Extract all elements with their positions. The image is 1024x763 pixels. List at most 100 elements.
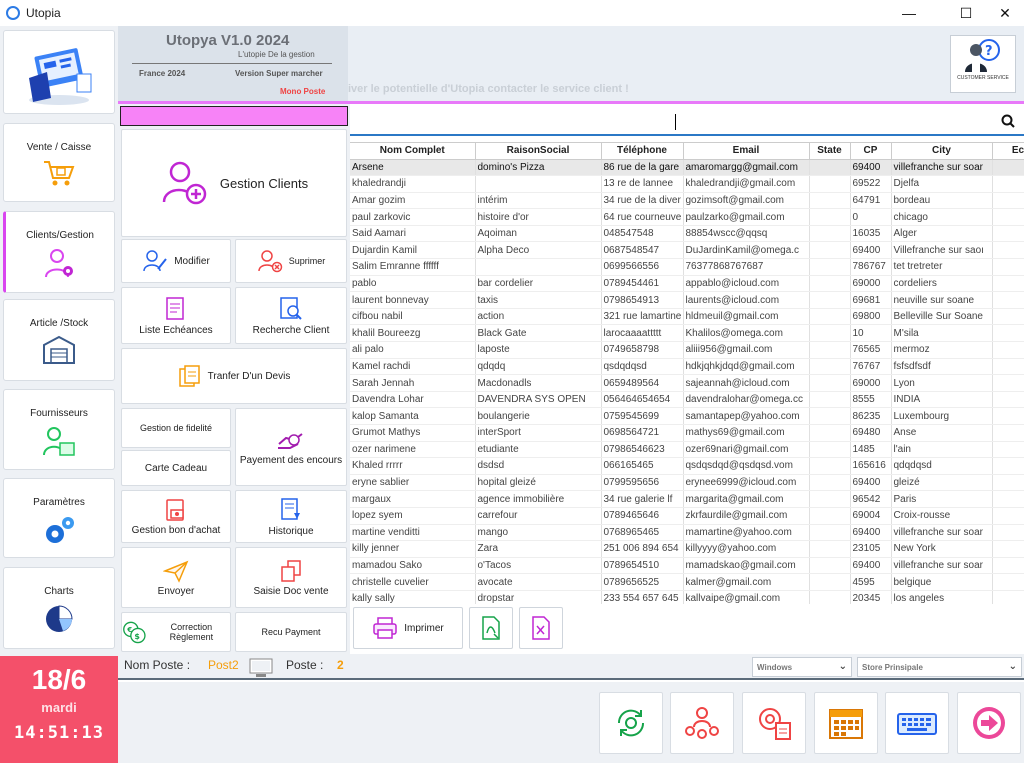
table-row[interactable]: Khaled rrrrr dsdsd 066165465 qsdqsdqd@qsdqs… (350, 457, 1024, 475)
table-cell (809, 159, 851, 177)
column-header[interactable]: RaisonSocial (475, 143, 602, 160)
calendar-button[interactable] (814, 692, 878, 754)
table-row[interactable]: Davendra Lohar DAVENDRA SYS OPEN 056464654… (350, 391, 1024, 409)
modifier-button[interactable]: Modifier (121, 239, 231, 283)
table-cell: qsdqsdqd@qsdqsd.vom (683, 457, 810, 475)
sidebar-item-article-stock[interactable]: Article /Stock (3, 299, 115, 381)
app-window: Utopia — ☐ ✕ Vente / Caisse Clients/Gest… (0, 0, 1024, 763)
recherche-client-button[interactable]: Recherche Client (235, 287, 347, 344)
home-logo-button[interactable] (3, 30, 115, 114)
gestion-bon-achat-label: Gestion bon d'achat (131, 524, 221, 536)
table-row[interactable]: ali palo laposte 0749658798 aliii956@gmail.… (350, 341, 1024, 359)
table-cell: kalmer@gmail.com (683, 573, 810, 591)
table-cell: pablo (350, 275, 476, 293)
table-row[interactable]: pablo bar cordelier 0789454461 appablo@iclo… (350, 275, 1024, 293)
column-header[interactable]: Téléphone (601, 143, 684, 160)
table-row[interactable]: khaledrandji 13 re de lannee khaledrandji@… (350, 175, 1024, 193)
date-time-display: 18/6 mardi 14:51:13 (0, 656, 118, 763)
sidebar-item-label: Charts (44, 586, 74, 597)
column-header[interactable]: Nom Complet (350, 143, 476, 160)
table-cell (809, 490, 851, 508)
table-cell: Arsene (350, 159, 476, 177)
column-header[interactable]: State (809, 143, 851, 160)
table-cell: 048547548 (601, 225, 684, 243)
search-icon[interactable] (1000, 113, 1016, 129)
payement-encours-button[interactable]: Payement des encours (235, 408, 347, 486)
table-row[interactable]: Sarah Jennah Macdonadls 0659489564 sajeanna… (350, 374, 1024, 392)
table-cell: 0789454461 (601, 275, 684, 293)
liste-echeances-button[interactable]: Liste Echéances (121, 287, 231, 344)
windows-select[interactable]: Windows ⌄ (752, 657, 852, 677)
sidebar-item-charts[interactable]: Charts (3, 567, 115, 649)
table-cell: interSport (475, 424, 602, 442)
clients-table[interactable]: Nom Complet RaisonSocial Téléphone Email Sta… (350, 142, 1024, 604)
table-row[interactable]: kally sally dropstar 233 554 657 645 kallva… (350, 590, 1024, 604)
gestion-clients-button[interactable]: Gestion Clients (121, 129, 347, 237)
column-header[interactable]: CP (850, 143, 892, 160)
brand-country: France 2024 (139, 69, 186, 78)
sidebar-item-parametres[interactable]: Paramètres (3, 478, 115, 558)
table-row[interactable]: Grumot Mathys interSport 0698564721 mathys6… (350, 424, 1024, 442)
table-row[interactable]: martine venditti mango 0768965465 mamartine… (350, 524, 1024, 542)
table-cell: killy jenner (350, 540, 476, 558)
table-row[interactable]: laurent bonnevay taxis 0798654913 laurents@… (350, 291, 1024, 309)
column-header[interactable]: City (891, 143, 993, 160)
sidebar-item-clients-gestion[interactable]: Clients/Gestion (3, 211, 115, 293)
supprimer-button[interactable]: Suprimer (235, 239, 347, 283)
minimize-button[interactable]: — (886, 0, 932, 26)
sync-button[interactable] (599, 692, 663, 754)
store-select[interactable]: Store Prinsipale ⌄ (857, 657, 1022, 677)
table-cell: sajeannah@icloud.com (683, 374, 810, 392)
table-row[interactable]: eryne sablier hopital gleizé 0799595656 ery… (350, 474, 1024, 492)
table-cell (992, 225, 1024, 243)
table-cell (809, 441, 851, 459)
table-row[interactable]: killy jenner Zara 251 006 894 654 killyyyy@… (350, 540, 1024, 558)
table-cell: domino's Pizza (475, 159, 602, 177)
saisie-doc-vente-button[interactable]: Saisie Doc vente (235, 547, 347, 608)
column-header[interactable]: Email (683, 143, 810, 160)
table-body: Arsene domino's Pizza 86 rue de la gare ama… (350, 159, 1024, 604)
search-bar[interactable] (350, 108, 1024, 136)
gestion-fidelite-button[interactable]: Gestion de fidelité (121, 408, 231, 448)
transfer-devis-button[interactable]: Tranfer D'un Devis (121, 348, 347, 404)
table-cell: 066165465 (601, 457, 684, 475)
customer-service-button[interactable]: ? CUSTOMER SERVICE (950, 35, 1016, 93)
table-row[interactable]: ozer narimene etudiante 07986546623 ozer69n… (350, 441, 1024, 459)
table-row[interactable]: Salim Emranne ffffff 0699566556 7637786876… (350, 258, 1024, 276)
table-row[interactable]: Arsene domino's Pizza 86 rue de la gare ama… (350, 159, 1024, 177)
recu-payment-button[interactable]: Recu Payment (235, 612, 347, 652)
keyboard-button[interactable] (885, 692, 949, 754)
table-row[interactable]: khalil Boureezg Black Gate larocaaaattttt K… (350, 324, 1024, 343)
imprimer-button[interactable]: Imprimer (353, 607, 463, 649)
team-button[interactable] (670, 692, 734, 754)
table-row[interactable]: christelle cuvelier avocate 0789656525 kalm… (350, 573, 1024, 591)
gestion-bon-achat-button[interactable]: Gestion bon d'achat (121, 490, 231, 543)
envoyer-button[interactable]: Envoyer (121, 547, 231, 608)
export-excel-button[interactable] (519, 607, 563, 649)
table-row[interactable]: paul zarkovic histoire d'or 64 rue courneu… (350, 208, 1024, 226)
payement-encours-label: Payement des encours (239, 455, 343, 466)
table-row[interactable]: Dujardin Kamil Alpha Deco 0687548547 DuJard… (350, 241, 1024, 260)
table-row[interactable]: mamadou Sako o'Tacos 0789654510 mamadskao@g… (350, 557, 1024, 575)
export-pdf-button[interactable] (469, 607, 513, 649)
exit-button[interactable] (957, 692, 1021, 754)
configuration-button[interactable] (742, 692, 806, 754)
table-row[interactable]: cifbou nabil action 321 rue lamartine hldme… (350, 308, 1024, 326)
sidebar-item-fournisseurs[interactable]: Fournisseurs (3, 389, 115, 470)
carte-cadeau-button[interactable]: Carte Cadeau (121, 450, 231, 486)
column-header[interactable]: Ech (992, 143, 1024, 160)
close-button[interactable]: ✕ (982, 0, 1024, 26)
table-cell: eryne sablier (350, 474, 476, 492)
table-cell (809, 324, 851, 343)
table-row[interactable]: Amar gozim intérim 34 rue de la diver gozim… (350, 192, 1024, 210)
table-row[interactable]: margaux agence immobilière 34 rue galerie … (350, 490, 1024, 508)
table-row[interactable]: Said Aamari Aqoiman 048547548 88854wscc@qqs… (350, 225, 1024, 243)
table-row[interactable]: Kamel rachdi qdqdq qsdqdqsd hdkjqhkjdqd@gma… (350, 358, 1024, 376)
table-row[interactable]: kalop Samanta boulangerie 0759545699 samant… (350, 407, 1024, 425)
pink-indicator-field[interactable] (120, 106, 348, 126)
correction-reglement-button[interactable]: $ € Correction Règlement (121, 612, 231, 652)
historique-button[interactable]: Historique (235, 490, 347, 543)
table-row[interactable]: lopez syem carrefour 0789465646 zkrfaurdile… (350, 507, 1024, 525)
sidebar-item-vente-caisse[interactable]: Vente / Caisse (3, 123, 115, 202)
table-cell: Luxembourg (891, 407, 993, 425)
